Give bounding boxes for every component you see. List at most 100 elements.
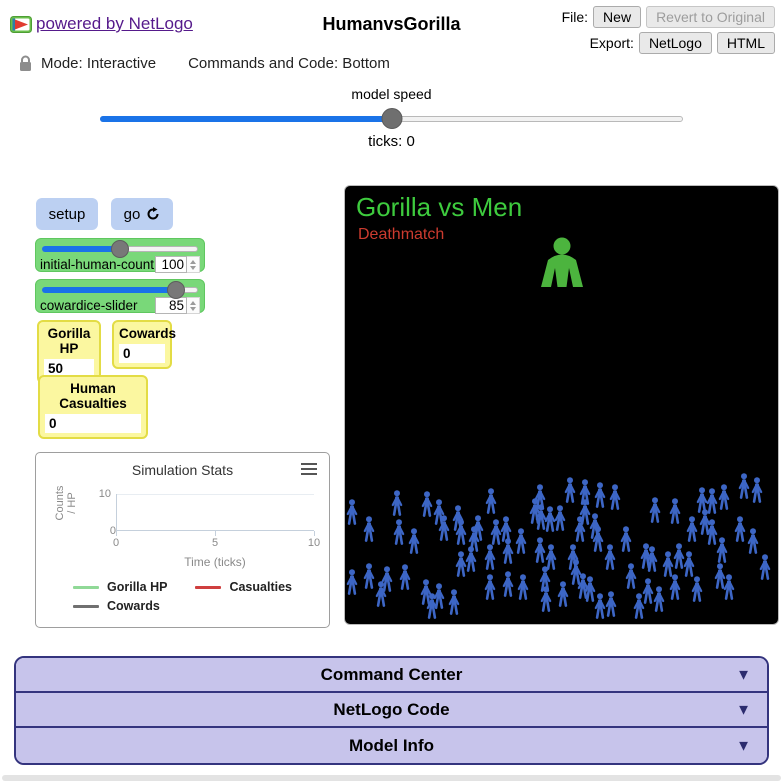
netlogo-code-bar[interactable]: NetLogo Code ▼ [16,693,767,728]
human-figure [433,583,445,609]
human-figure [502,571,514,597]
human-figure [391,490,403,516]
legend-swatch [195,586,221,589]
spinner-up-icon[interactable] [190,260,196,264]
human-figure [691,576,703,602]
model-info-bar[interactable]: Model Info ▼ [16,728,767,763]
human-figure [484,544,496,570]
human-figure [751,477,763,503]
human-figure [421,491,433,517]
y-axis-label: Counts / HP [54,481,78,525]
human-figure [649,497,661,523]
speed-label: model speed [0,86,783,102]
bottom-panels: Command Center ▼ NetLogo Code ▼ Model In… [14,656,769,765]
x-tick-label: 5 [212,537,218,549]
setup-button[interactable]: setup [36,198,98,230]
commands-code-text: Commands and Code: Bottom [188,55,390,72]
setup-button-label: setup [49,206,86,223]
horizontal-scrollbar[interactable] [2,775,781,781]
chevron-down-icon[interactable]: ▼ [736,737,751,754]
export-label: Export: [590,35,634,51]
ticks-counter: ticks: 0 [0,133,783,150]
human-figure [747,528,759,554]
monitor-human-casualties: Human Casualties 0 [38,375,148,439]
chevron-down-icon[interactable]: ▼ [736,701,751,718]
world-subtitle: Deathmatch [358,226,444,244]
export-html-button[interactable]: HTML [717,32,775,54]
human-figure [716,537,728,563]
revert-to-original-button[interactable]: Revert to Original [646,6,775,28]
human-figure [592,526,604,552]
slider-label: cowardice-slider [40,298,138,313]
export-netlogo-button[interactable]: NetLogo [639,32,712,54]
panel-label: NetLogo Code [333,700,449,720]
human-figure [683,551,695,577]
spinner-down-icon[interactable] [190,307,196,311]
human-figure [540,586,552,612]
human-figure [465,546,477,572]
plot-menu-icon[interactable] [301,463,317,478]
header: powered by NetLogo HumanvsGorilla File: … [0,0,783,52]
slider-cowardice[interactable]: cowardice-slider 85 [35,279,205,313]
human-figure [594,482,606,508]
chevron-down-icon[interactable]: ▼ [736,666,751,683]
human-figure [408,528,420,554]
human-figure [620,526,632,552]
human-figure [472,515,484,541]
panel-label: Model Info [349,736,434,756]
human-figure [363,516,375,542]
slider-spinner[interactable] [187,256,200,273]
speed-fill [100,116,392,122]
speed-section: model speed ticks: 0 [0,86,783,150]
go-button[interactable]: go [111,198,173,230]
human-figure [625,563,637,589]
human-figure [393,519,405,545]
legend-label: Cowards [107,599,160,613]
human-figure [375,581,387,607]
human-figure [564,477,576,503]
slider-thumb[interactable] [111,240,129,258]
slider-initial-human-count[interactable]: initial-human-count 100 [35,238,205,272]
legend-swatch [73,586,99,589]
x-tick-mark [116,531,117,536]
y-tick-label: 10 [91,488,111,500]
slider-value-input[interactable]: 85 [155,297,187,314]
monitor-value: 0 [119,344,165,363]
human-figure [484,574,496,600]
world-view[interactable]: Gorilla vs Men Deathmatch [344,185,779,625]
human-figure [557,581,569,607]
monitor-cowards: Cowards 0 [112,320,172,369]
command-center-bar[interactable]: Command Center ▼ [16,658,767,693]
human-figure [609,484,621,510]
human-figure [554,505,566,531]
world-title: Gorilla vs Men [356,192,522,223]
human-figure [515,528,527,554]
slider-thumb[interactable] [167,281,185,299]
spinner-down-icon[interactable] [190,266,196,270]
human-figure [579,479,591,505]
human-figure [723,574,735,600]
speed-thumb[interactable] [381,108,402,129]
human-figure [686,516,698,542]
slider-label: initial-human-count [40,257,154,272]
human-figure [346,569,358,595]
new-button[interactable]: New [593,6,641,28]
legend-label: Gorilla HP [107,580,167,594]
spinner-up-icon[interactable] [190,301,196,305]
y-tick-label: 0 [96,525,116,537]
human-figure [502,538,514,564]
human-figure [653,586,665,612]
model-speed-slider[interactable] [100,108,683,128]
x-tick-mark [215,531,216,536]
monitor-label: Human Casualties [45,381,141,411]
slider-value-input[interactable]: 100 [155,256,187,273]
x-tick-label: 0 [113,537,119,549]
mode-text: Mode: Interactive [41,55,156,72]
slider-spinner[interactable] [187,297,200,314]
human-figure [455,519,467,545]
human-figure [669,574,681,600]
human-figure [485,488,497,514]
human-figure [738,473,750,499]
human-figure [605,591,617,617]
gorilla-figure [533,237,591,289]
